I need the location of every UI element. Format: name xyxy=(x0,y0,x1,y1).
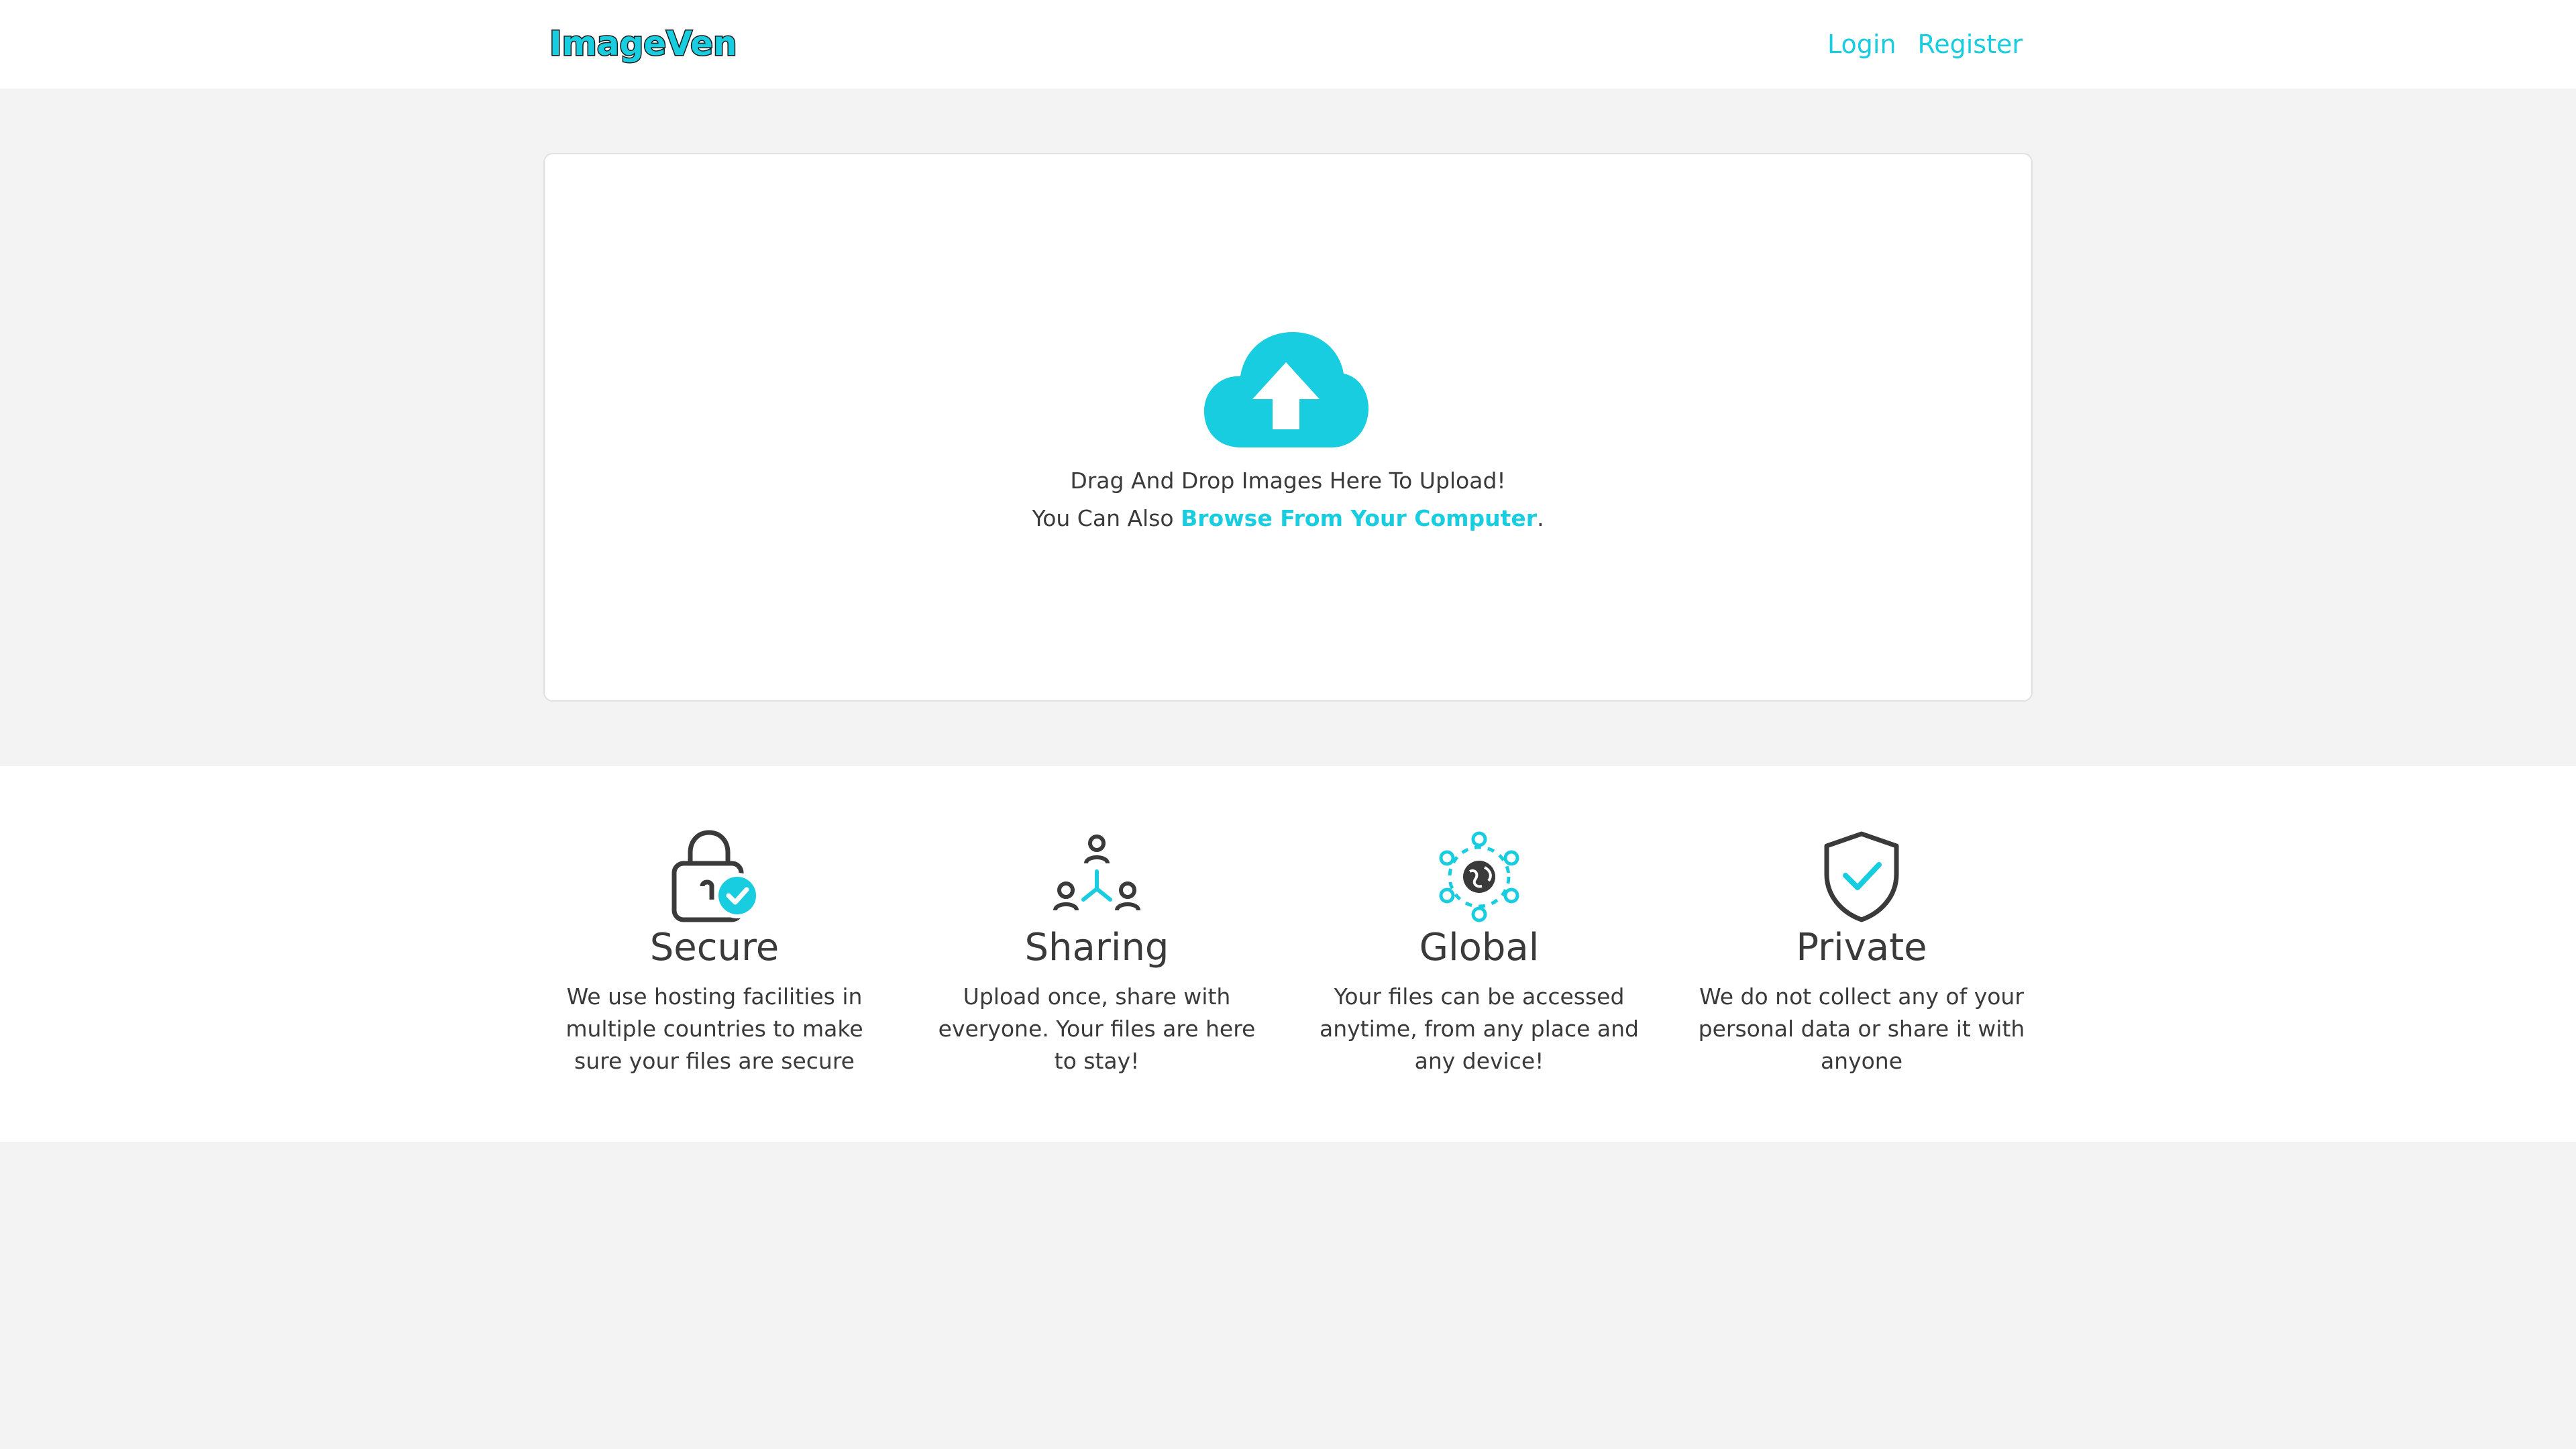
feature-sharing: Sharing Upload once, share with everyone… xyxy=(922,766,1271,1142)
cloud-upload-icon[interactable] xyxy=(1204,332,1368,449)
upload-browse-line: You Can Also Browse From Your Computer. xyxy=(0,505,2576,531)
feature-secure: Secure We use hosting facilities in mult… xyxy=(540,766,889,1142)
feature-title: Sharing xyxy=(1024,926,1169,969)
feature-description: Your files can be accessed anytime, from… xyxy=(1319,983,1639,1074)
feature-description: We do not collect any of your personal d… xyxy=(1698,983,2025,1074)
register-link[interactable]: Register xyxy=(1918,30,2023,59)
browse-computer-link[interactable]: Browse From Your Computer xyxy=(1181,505,1537,531)
upload-instruction: Drag And Drop Images Here To Upload! xyxy=(1070,468,1506,494)
browse-prefix: You Can Also xyxy=(1032,505,1181,531)
feature-global: Global Your files can be accessed anytim… xyxy=(1305,766,1654,1142)
feature-description: We use hosting facilities in multiple co… xyxy=(566,983,863,1074)
feature-title: Secure xyxy=(649,926,780,969)
lock-check-icon xyxy=(672,830,760,922)
imagevenue-logo[interactable]: ImageVenue xyxy=(547,20,739,68)
shield-check-icon xyxy=(1824,831,1899,922)
navbar: ImageVenue Login Register xyxy=(0,0,2576,89)
feature-title: Global xyxy=(1419,926,1540,969)
feature-private: Private We do not collect any of your pe… xyxy=(1687,766,2036,1142)
globe-network-icon xyxy=(1439,831,1519,922)
share-people-icon xyxy=(1053,835,1140,911)
feature-description: Upload once, share with everyone. Your f… xyxy=(938,983,1256,1074)
svg-text:ImageVenue: ImageVenue xyxy=(549,24,738,63)
features-section: Secure We use hosting facilities in mult… xyxy=(0,766,2576,1142)
nav-links: Login Register xyxy=(1827,0,2023,89)
browse-suffix: . xyxy=(1537,505,1544,531)
login-link[interactable]: Login xyxy=(1827,30,1896,59)
feature-title: Private xyxy=(1796,926,1927,969)
